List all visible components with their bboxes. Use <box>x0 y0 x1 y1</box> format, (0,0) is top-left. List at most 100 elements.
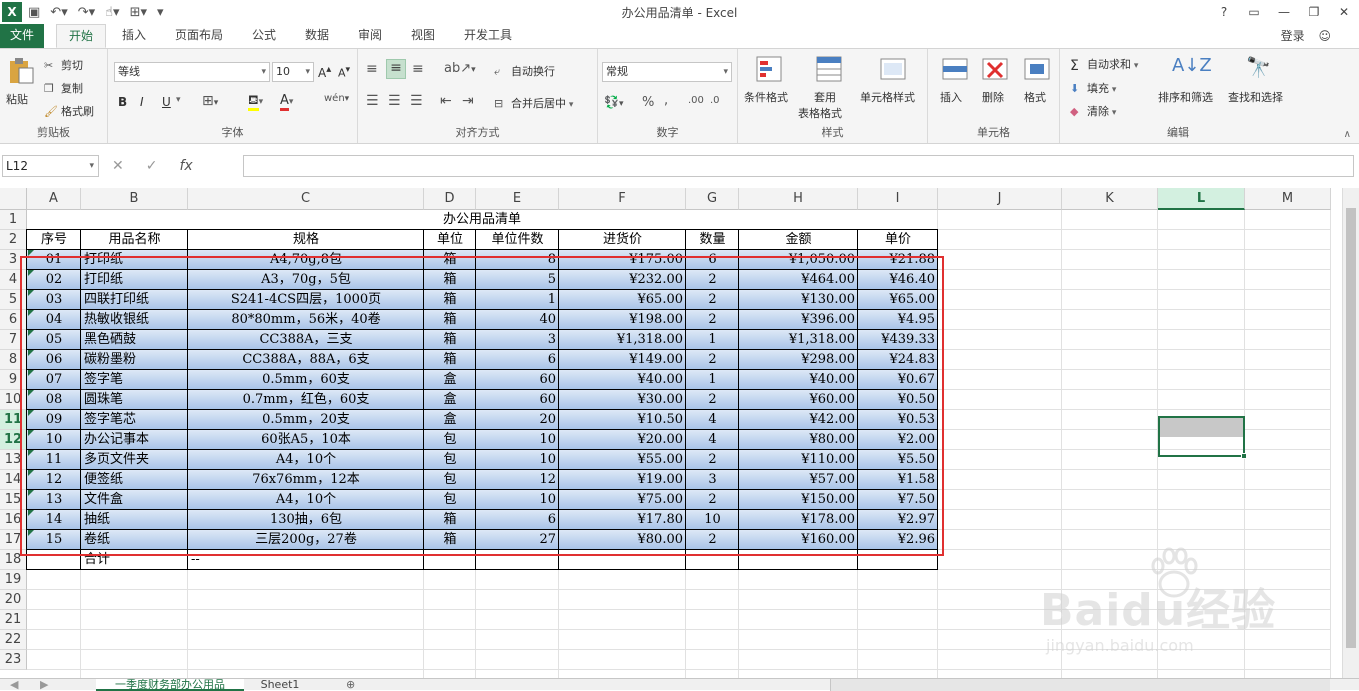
align-center-icon[interactable]: ☰ <box>388 93 401 109</box>
tab-formulas[interactable]: 公式 <box>244 24 284 48</box>
delete-cells-button[interactable]: 删除 <box>982 89 1004 105</box>
paste-icon[interactable] <box>6 57 36 85</box>
column-header-i[interactable]: I <box>858 188 938 210</box>
column-header-c[interactable]: C <box>188 188 424 210</box>
column-header-d[interactable]: D <box>424 188 476 210</box>
column-header-g[interactable]: G <box>686 188 739 210</box>
underline-dropdown-icon[interactable]: ▾ <box>176 95 181 105</box>
row-header-22[interactable]: 22 <box>0 630 27 650</box>
decrease-indent-icon[interactable]: ⇤ <box>440 93 452 109</box>
active-cell-selection[interactable] <box>1158 416 1247 459</box>
sheet-tab-sheet1[interactable]: Sheet1 <box>250 679 310 691</box>
cell-styles-icon[interactable] <box>878 55 908 83</box>
tab-page-layout[interactable]: 页面布局 <box>168 24 230 48</box>
row-header-23[interactable]: 23 <box>0 650 27 670</box>
font-size-select[interactable]: 10 <box>272 62 314 82</box>
merge-center-button[interactable]: ⊟ 合并后居中 ▾ <box>494 95 573 111</box>
copy-button[interactable]: ❐ 复制 <box>44 80 83 96</box>
find-select-button[interactable]: 查找和选择 <box>1228 89 1283 105</box>
minimize-icon[interactable]: — <box>1269 0 1299 24</box>
cut-button[interactable]: ✂ 剪切 <box>44 57 83 73</box>
cancel-icon[interactable]: ✕ <box>112 158 124 174</box>
row-header-1[interactable]: 1 <box>0 210 27 230</box>
fill-button[interactable]: ⬇ 填充 ▾ <box>1070 80 1116 96</box>
row-header-20[interactable]: 20 <box>0 590 27 610</box>
add-sheet-icon[interactable]: ⊕ <box>346 679 366 691</box>
format-table-label-1[interactable]: 套用 <box>814 89 836 105</box>
tab-insert[interactable]: 插入 <box>112 24 156 48</box>
clear-button[interactable]: ◆ 清除 ▾ <box>1070 103 1116 119</box>
column-header-k[interactable]: K <box>1062 188 1158 210</box>
align-top-icon[interactable]: ≡ <box>366 61 378 77</box>
fill-color-icon[interactable]: ⛾▾ <box>248 93 263 111</box>
column-header-f[interactable]: F <box>559 188 686 210</box>
enter-icon[interactable]: ✓ <box>146 158 158 174</box>
row-header-19[interactable]: 19 <box>0 570 27 590</box>
decrease-decimal-icon[interactable]: .0 <box>710 95 720 106</box>
vertical-scrollbar[interactable] <box>1342 188 1359 678</box>
increase-decimal-icon[interactable]: .00 <box>688 95 704 106</box>
tab-file[interactable]: 文件 <box>0 24 44 48</box>
autosum-button[interactable]: Σ 自动求和 ▾ <box>1070 56 1138 74</box>
accounting-format-icon[interactable]: 💱▾ <box>604 95 623 109</box>
scroll-thumb[interactable] <box>1346 208 1356 648</box>
increase-indent-icon[interactable]: ⇥ <box>462 93 474 109</box>
column-header-a[interactable]: A <box>27 188 81 210</box>
insert-function-icon[interactable]: fx <box>179 158 192 174</box>
formula-input[interactable] <box>243 155 1354 177</box>
format-painter-button[interactable]: 🖌 格式刷 <box>44 103 94 119</box>
sheet-tab-q1[interactable]: 一季度财务部办公用品 <box>96 679 244 691</box>
borders-icon[interactable]: ⊞▾ <box>202 93 218 109</box>
tab-developer[interactable]: 开发工具 <box>456 24 520 48</box>
paste-button[interactable]: 粘贴 <box>6 91 28 107</box>
align-middle-icon[interactable]: ≡ <box>386 59 406 79</box>
tab-home[interactable]: 开始 <box>56 24 106 48</box>
phonetic-icon[interactable]: wén▾ <box>324 93 349 104</box>
next-sheet-icon[interactable]: ▶ <box>40 679 60 691</box>
sort-filter-icon[interactable]: A↓Z <box>1172 55 1212 76</box>
prev-sheet-icon[interactable]: ◀ <box>10 679 30 691</box>
tab-data[interactable]: 数据 <box>296 24 338 48</box>
shrink-font-icon[interactable]: A▾ <box>338 64 350 80</box>
login-link[interactable]: 登录 ☺ <box>1281 27 1331 44</box>
column-header-l[interactable]: L <box>1158 188 1245 210</box>
ribbon-display-icon[interactable]: ▭ <box>1239 0 1269 24</box>
font-name-select[interactable]: 等线 <box>114 62 270 82</box>
close-icon[interactable]: ✕ <box>1329 0 1359 24</box>
column-header-m[interactable]: M <box>1245 188 1331 210</box>
row-header-21[interactable]: 21 <box>0 610 27 630</box>
format-cells-icon[interactable] <box>1022 55 1052 83</box>
number-format-select[interactable]: 常规 <box>602 62 732 82</box>
column-header-j[interactable]: J <box>938 188 1062 210</box>
underline-button[interactable]: U <box>162 95 171 109</box>
row-header-2[interactable]: 2 <box>0 230 27 250</box>
format-table-label-2[interactable]: 表格格式 <box>798 105 842 121</box>
orientation-icon[interactable]: ab↗▾ <box>444 61 476 76</box>
collapse-ribbon-icon[interactable]: ∧ <box>1344 129 1351 140</box>
font-color-icon[interactable]: A▾ <box>280 93 293 111</box>
comma-style-icon[interactable]: , <box>664 93 668 108</box>
conditional-format-button[interactable]: 条件格式 <box>744 89 788 105</box>
login-label[interactable]: 登录 <box>1281 29 1305 43</box>
name-box[interactable]: L12 <box>2 155 99 177</box>
restore-icon[interactable]: ❐ <box>1299 0 1329 24</box>
align-left-icon[interactable]: ☰ <box>366 93 379 109</box>
italic-button[interactable]: I <box>140 95 144 109</box>
bold-button[interactable]: B <box>118 95 127 109</box>
insert-cells-button[interactable]: 插入 <box>940 89 962 105</box>
binoculars-icon[interactable]: 🔭 <box>1246 55 1271 79</box>
delete-cells-icon[interactable] <box>980 55 1010 83</box>
percent-icon[interactable]: % <box>642 95 654 110</box>
insert-cells-icon[interactable] <box>940 55 970 83</box>
grow-font-icon[interactable]: A▴ <box>318 64 331 80</box>
tab-view[interactable]: 视图 <box>402 24 444 48</box>
format-cells-button[interactable]: 格式 <box>1024 89 1046 105</box>
select-all-button[interactable] <box>0 188 27 210</box>
sort-filter-button[interactable]: 排序和筛选 <box>1158 89 1213 105</box>
help-button[interactable]: ? <box>1209 0 1239 24</box>
horizontal-scrollbar[interactable] <box>830 679 1330 691</box>
format-as-table-icon[interactable] <box>814 55 844 83</box>
cell-styles-button[interactable]: 单元格样式 <box>860 89 915 105</box>
column-header-h[interactable]: H <box>739 188 858 210</box>
align-right-icon[interactable]: ☰ <box>410 93 423 109</box>
